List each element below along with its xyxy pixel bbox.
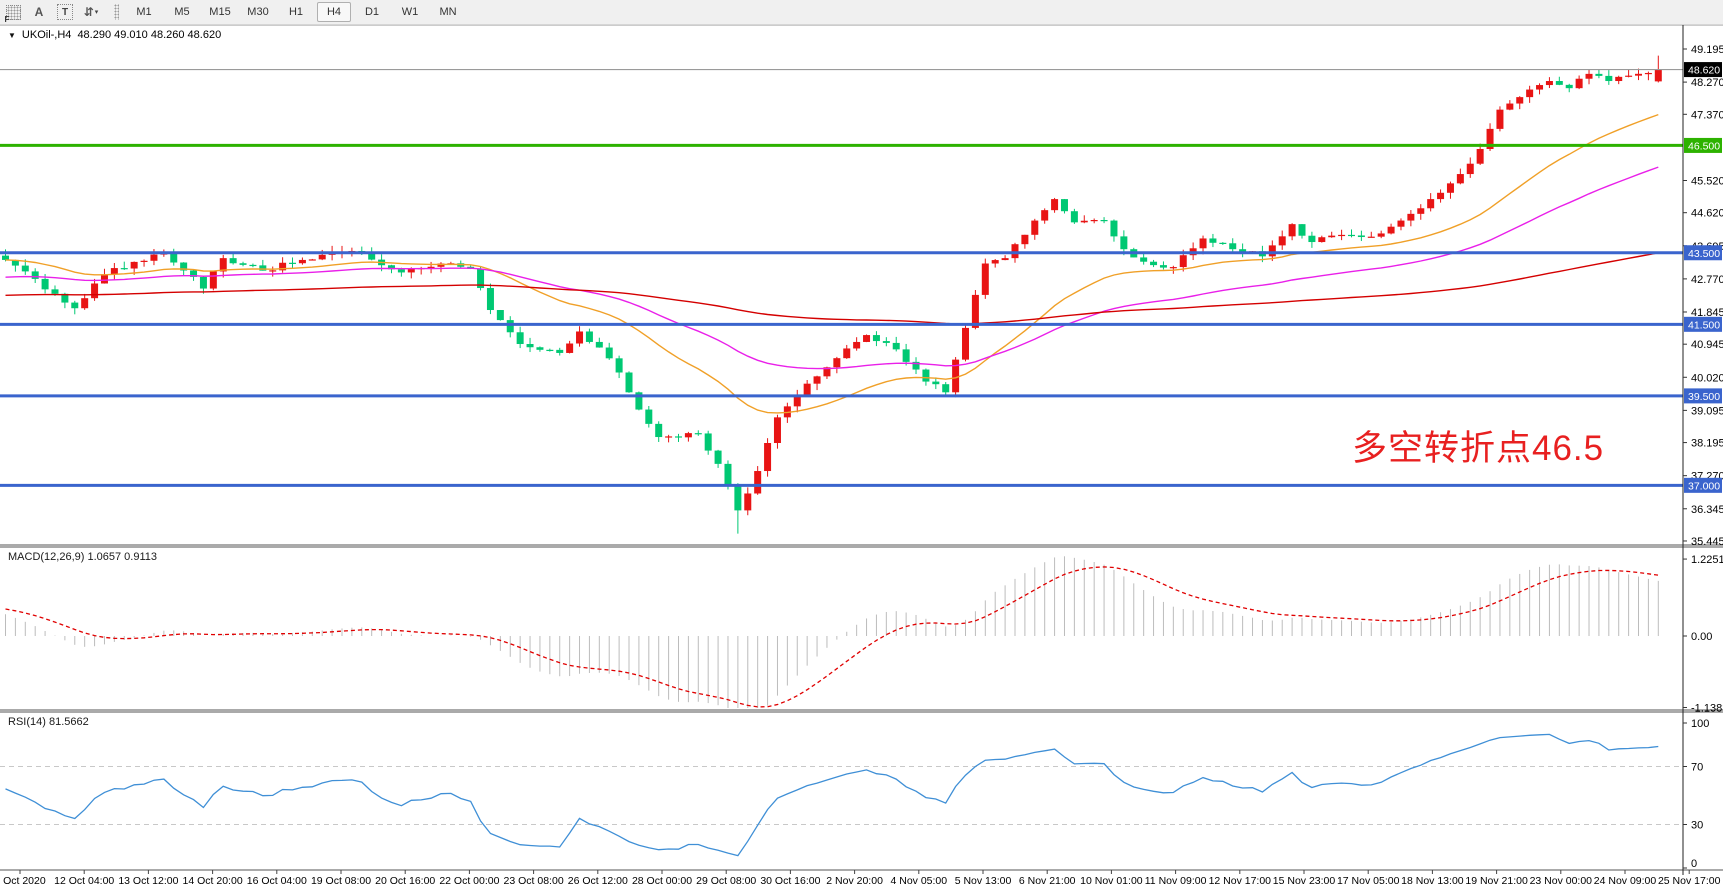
svg-text:43.500: 43.500 xyxy=(1688,248,1720,260)
svg-text:4 Nov 05:00: 4 Nov 05:00 xyxy=(890,875,947,887)
grid-letter: F xyxy=(5,15,10,24)
svg-text:49.195: 49.195 xyxy=(1691,44,1723,56)
svg-text:35.445: 35.445 xyxy=(1691,536,1723,548)
arrows-glyph: ⇵ xyxy=(84,5,94,19)
svg-text:6 Nov 21:00: 6 Nov 21:00 xyxy=(1019,875,1076,887)
symbol-timeframe-label: UKOil-,H4 xyxy=(22,29,72,41)
rsi-name: RSI(14) xyxy=(8,716,46,728)
svg-text:40.020: 40.020 xyxy=(1691,372,1723,384)
svg-text:-1.1383: -1.1383 xyxy=(1691,702,1723,714)
svg-text:19 Nov 21:00: 19 Nov 21:00 xyxy=(1465,875,1528,887)
svg-text:40.945: 40.945 xyxy=(1691,339,1723,351)
svg-text:23 Oct 08:00: 23 Oct 08:00 xyxy=(504,875,564,887)
svg-text:44.620: 44.620 xyxy=(1691,208,1723,220)
svg-text:17 Nov 05:00: 17 Nov 05:00 xyxy=(1337,875,1400,887)
arrange-arrows-icon[interactable]: ⇵ ▾ xyxy=(80,3,102,21)
toolbar-grip[interactable] xyxy=(114,4,119,20)
svg-text:1.2251: 1.2251 xyxy=(1691,554,1723,566)
svg-text:0.00: 0.00 xyxy=(1691,631,1712,643)
svg-text:28 Oct 00:00: 28 Oct 00:00 xyxy=(632,875,692,887)
text-label-icon[interactable]: A xyxy=(28,3,50,21)
svg-text:48.620: 48.620 xyxy=(1688,65,1720,77)
svg-text:0: 0 xyxy=(1691,858,1697,870)
rsi-indicator-label: RSI(14) 81.5662 xyxy=(8,716,89,728)
svg-text:12 Nov 17:00: 12 Nov 17:00 xyxy=(1209,875,1272,887)
svg-text:18 Nov 13:00: 18 Nov 13:00 xyxy=(1401,875,1464,887)
t-glyph: T xyxy=(57,4,73,20)
chart-annotation-text[interactable]: 多空转折点46.5 xyxy=(1352,420,1604,471)
ohlc-values: 48.290 49.010 48.260 48.620 xyxy=(77,29,221,41)
svg-text:26 Oct 12:00: 26 Oct 12:00 xyxy=(568,875,628,887)
svg-text:5 Nov 13:00: 5 Nov 13:00 xyxy=(955,875,1012,887)
toolbar: F A T ⇵ ▾ M1 M5 M15 M30 H1 H4 D1 W1 MN xyxy=(0,0,1723,25)
chart-context-caret[interactable]: ▼ xyxy=(8,31,16,40)
macd-name: MACD(12,26,9) xyxy=(8,551,84,563)
svg-text:100: 100 xyxy=(1691,718,1709,730)
timeframe-button-h1[interactable]: H1 xyxy=(279,2,313,22)
svg-text:16 Oct 04:00: 16 Oct 04:00 xyxy=(247,875,307,887)
svg-text:48.270: 48.270 xyxy=(1691,77,1723,89)
svg-text:47.370: 47.370 xyxy=(1691,109,1723,121)
chevron-down-icon[interactable]: ▾ xyxy=(95,8,99,16)
timeframe-button-w1[interactable]: W1 xyxy=(393,2,427,22)
svg-text:30 Oct 16:00: 30 Oct 16:00 xyxy=(760,875,820,887)
svg-text:39.095: 39.095 xyxy=(1691,405,1723,417)
svg-text:2 Nov 20:00: 2 Nov 20:00 xyxy=(826,875,883,887)
timeframe-button-h4[interactable]: H4 xyxy=(317,2,351,22)
svg-text:38.195: 38.195 xyxy=(1691,438,1723,450)
svg-text:29 Oct 08:00: 29 Oct 08:00 xyxy=(696,875,756,887)
svg-text:19 Oct 08:00: 19 Oct 08:00 xyxy=(311,875,371,887)
svg-text:14 Oct 20:00: 14 Oct 20:00 xyxy=(183,875,243,887)
svg-text:37.000: 37.000 xyxy=(1688,480,1720,492)
svg-text:13 Oct 12:00: 13 Oct 12:00 xyxy=(118,875,178,887)
svg-text:45.520: 45.520 xyxy=(1691,175,1723,187)
text-box-icon[interactable]: T xyxy=(54,3,76,21)
macd-current-values: 1.0657 0.9113 xyxy=(87,551,157,563)
svg-text:22 Oct 00:00: 22 Oct 00:00 xyxy=(439,875,499,887)
svg-text:46.500: 46.500 xyxy=(1688,140,1720,152)
svg-text:39.500: 39.500 xyxy=(1688,391,1720,403)
svg-text:10 Nov 01:00: 10 Nov 01:00 xyxy=(1080,875,1143,887)
svg-text:12 Oct 04:00: 12 Oct 04:00 xyxy=(54,875,114,887)
svg-text:15 Nov 23:00: 15 Nov 23:00 xyxy=(1273,875,1336,887)
svg-text:42.770: 42.770 xyxy=(1691,274,1723,286)
svg-text:41.500: 41.500 xyxy=(1688,319,1720,331)
svg-text:11 Nov 09:00: 11 Nov 09:00 xyxy=(1145,875,1207,887)
timeframe-button-m1[interactable]: M1 xyxy=(127,2,161,22)
svg-text:20 Oct 16:00: 20 Oct 16:00 xyxy=(375,875,435,887)
rsi-current-value: 81.5662 xyxy=(49,716,89,728)
svg-text:23 Nov 00:00: 23 Nov 00:00 xyxy=(1530,875,1593,887)
grid-glyph: F xyxy=(6,5,21,20)
svg-text:9 Oct 2020: 9 Oct 2020 xyxy=(0,875,46,887)
timeframe-button-m15[interactable]: M15 xyxy=(203,2,237,22)
timeframe-button-d1[interactable]: D1 xyxy=(355,2,389,22)
svg-text:70: 70 xyxy=(1691,762,1703,774)
macd-indicator-label: MACD(12,26,9) 1.0657 0.9113 xyxy=(8,551,157,563)
svg-text:24 Nov 09:00: 24 Nov 09:00 xyxy=(1594,875,1657,887)
timeframe-button-m30[interactable]: M30 xyxy=(241,2,275,22)
svg-text:36.345: 36.345 xyxy=(1691,504,1723,516)
chart-symbol-header: ▼ UKOil-,H4 48.290 49.010 48.260 48.620 xyxy=(8,29,221,41)
svg-text:25 Nov 17:00: 25 Nov 17:00 xyxy=(1658,875,1721,887)
timeframe-button-mn[interactable]: MN xyxy=(431,2,465,22)
crosshair-grid-icon[interactable]: F xyxy=(2,3,24,21)
timeframe-button-m5[interactable]: M5 xyxy=(165,2,199,22)
svg-text:30: 30 xyxy=(1691,820,1703,832)
